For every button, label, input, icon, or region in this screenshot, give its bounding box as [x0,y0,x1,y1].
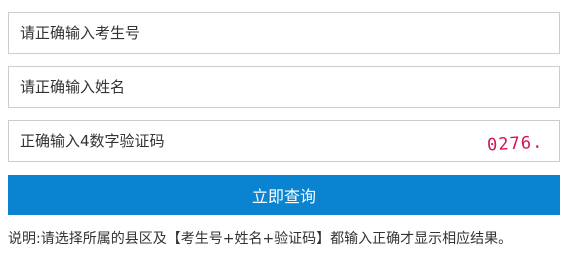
query-button[interactable]: 立即查询 [8,175,560,215]
captcha-input[interactable] [9,121,469,161]
name-field[interactable] [8,66,560,108]
captcha-field[interactable]: 0276. [8,120,560,162]
exam-number-field[interactable] [8,12,560,54]
exam-number-input[interactable] [9,13,559,53]
name-input[interactable] [9,67,559,107]
captcha-code: 0276. [487,133,544,154]
captcha-image[interactable]: 0276. [485,130,549,154]
instruction-note: 说明:请选择所属的县区及【考生号+姓名+验证码】都输入正确才显示相应结果。 [8,231,513,247]
